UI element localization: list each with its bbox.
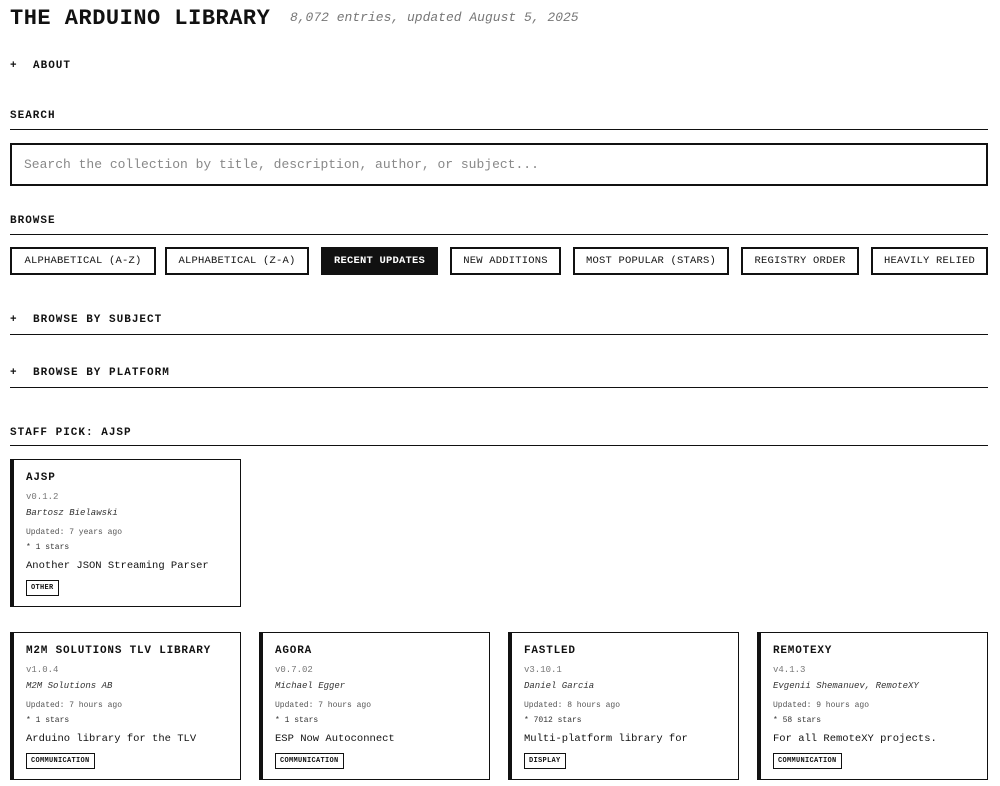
library-author: Michael Egger	[275, 681, 346, 691]
library-description: For all RemoteXY projects.	[773, 733, 937, 745]
browse-heading: BROWSE	[10, 215, 56, 227]
subject-tag[interactable]: COMMUNICATION	[275, 753, 344, 769]
sort-recent-updates-button[interactable]: RECENT UPDATES	[321, 247, 438, 275]
library-card[interactable]: M2M SOLUTIONS TLV LIBRARY v1.0.4 M2M Sol…	[10, 632, 241, 780]
divider	[10, 234, 988, 235]
about-toggle[interactable]: + ABOUT	[10, 60, 988, 72]
library-name[interactable]: FASTLED	[524, 645, 728, 657]
library-name[interactable]: M2M SOLUTIONS TLV LIBRARY	[26, 645, 230, 657]
staff-pick-card[interactable]: AJSP v0.1.2 Bartosz Bielawski Updated: 7…	[10, 459, 241, 607]
site-header: THE ARDUINO LIBRARY 8,072 entries, updat…	[10, 6, 579, 31]
divider	[10, 129, 988, 130]
library-description: Arduino library for the TLV	[26, 733, 197, 745]
sort-registry-order-button[interactable]: REGISTRY ORDER	[741, 247, 859, 275]
library-stars: * 7012 stars	[524, 716, 582, 725]
library-stars: * 1 stars	[26, 716, 70, 725]
library-author: Daniel Garcia	[524, 681, 595, 691]
library-version: v3.10.1	[524, 665, 562, 675]
subject-tag[interactable]: OTHER	[26, 580, 59, 596]
search-input[interactable]	[10, 143, 988, 186]
library-updated: Updated: 8 hours ago	[524, 701, 621, 710]
library-author: Bartosz Bielawski	[26, 508, 118, 518]
divider	[10, 445, 988, 446]
sort-new-additions-button[interactable]: NEW ADDITIONS	[450, 247, 561, 275]
sort-alphabetical-za-button[interactable]: ALPHABETICAL (Z-A)	[165, 247, 309, 275]
expand-plus-icon: +	[10, 314, 18, 326]
library-name[interactable]: AGORA	[275, 645, 479, 657]
sort-alphabetical-az-button[interactable]: ALPHABETICAL (A-Z)	[10, 247, 156, 275]
library-version: v0.1.2	[26, 492, 59, 502]
library-stars: * 1 stars	[26, 543, 70, 552]
library-description: ESP Now Autoconnect	[275, 733, 395, 745]
sort-heavily-relied-button[interactable]: HEAVILY RELIED	[871, 247, 988, 275]
library-version: v4.1.3	[773, 665, 806, 675]
library-card[interactable]: AGORA v0.7.02 Michael Egger Updated: 7 h…	[259, 632, 490, 780]
library-card[interactable]: REMOTEXY v4.1.3 Evgenii Shemanuev, Remot…	[757, 632, 988, 780]
about-label: ABOUT	[33, 60, 72, 72]
library-stars: * 1 stars	[275, 716, 319, 725]
expand-plus-icon: +	[10, 60, 18, 72]
browse-by-platform-toggle[interactable]: + BROWSE BY PLATFORM	[10, 367, 988, 379]
library-version: v1.0.4	[26, 665, 59, 675]
expand-plus-icon: +	[10, 367, 18, 379]
library-stars: * 58 stars	[773, 716, 822, 725]
sort-most-popular-button[interactable]: MOST POPULAR (STARS)	[573, 247, 729, 275]
page-title: THE ARDUINO LIBRARY	[10, 6, 271, 31]
library-description: Multi-platform library for	[524, 733, 688, 745]
library-version: v0.7.02	[275, 665, 313, 675]
subject-tag[interactable]: DISPLAY	[524, 753, 566, 769]
subject-tag[interactable]: COMMUNICATION	[773, 753, 842, 769]
divider	[10, 334, 988, 335]
browse-by-platform-label: BROWSE BY PLATFORM	[33, 367, 170, 379]
library-description: Another JSON Streaming Parser	[26, 560, 209, 572]
library-updated: Updated: 7 hours ago	[26, 701, 123, 710]
subject-tag[interactable]: COMMUNICATION	[26, 753, 95, 769]
library-updated: Updated: 7 years ago	[26, 528, 123, 537]
search-heading: SEARCH	[10, 110, 56, 122]
library-author: Evgenii Shemanuev, RemoteXY	[773, 681, 919, 691]
staff-pick-heading: STAFF PICK: AJSP	[10, 427, 132, 439]
library-name[interactable]: REMOTEXY	[773, 645, 977, 657]
browse-by-subject-label: BROWSE BY SUBJECT	[33, 314, 163, 326]
library-author: M2M Solutions AB	[26, 681, 113, 691]
collection-summary: 8,072 entries, updated August 5, 2025	[289, 10, 579, 25]
browse-by-subject-toggle[interactable]: + BROWSE BY SUBJECT	[10, 314, 988, 326]
library-updated: Updated: 9 hours ago	[773, 701, 870, 710]
divider	[10, 387, 988, 388]
library-name[interactable]: AJSP	[26, 472, 230, 484]
library-card[interactable]: FASTLED v3.10.1 Daniel Garcia Updated: 8…	[508, 632, 739, 780]
library-updated: Updated: 7 hours ago	[275, 701, 372, 710]
